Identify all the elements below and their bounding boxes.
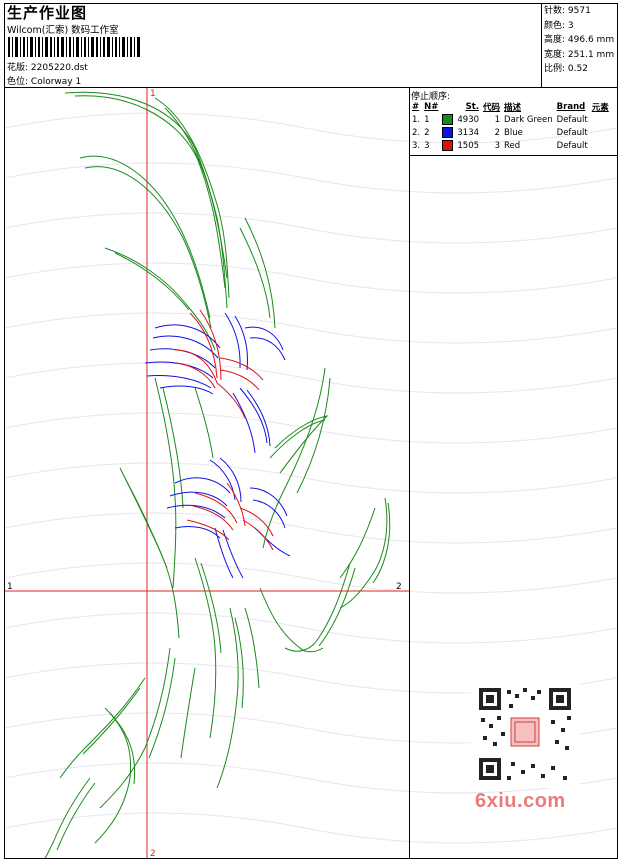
design-file-label: 花版: xyxy=(7,63,29,73)
studio-name: Wilcom(汇索) 数码工作室 xyxy=(7,25,119,36)
stats-divider xyxy=(541,3,542,88)
site-watermark: 6xiu.com xyxy=(475,790,566,812)
row-code: 2 xyxy=(494,127,501,138)
embroidery-design: 1 2 1 2 xyxy=(5,88,409,858)
color-swatch xyxy=(440,126,455,139)
row-element xyxy=(590,139,611,152)
swatch-dark-green xyxy=(442,114,454,125)
row-stitches: 3134 xyxy=(457,127,480,138)
col-index: # xyxy=(412,102,420,112)
row-number: 2 xyxy=(424,127,430,138)
row-element xyxy=(590,113,611,126)
row-stitches: 1505 xyxy=(457,140,480,151)
axis-label-left: 1 xyxy=(7,582,13,592)
row-stitches: 4930 xyxy=(457,114,480,125)
table-row: 2. 2 3134 2 Blue Default xyxy=(410,126,611,139)
row-code: 3 xyxy=(494,140,501,151)
panel-divider xyxy=(409,87,410,859)
color-count: 颜色: 3 xyxy=(544,20,574,31)
col-swatch xyxy=(440,101,455,113)
row-brand: Default xyxy=(556,127,588,138)
stop-sequence-table: # N# St. 代码 描述 Brand 元素 1. 1 4930 1 Dark… xyxy=(410,101,611,152)
row-index: 3. xyxy=(412,140,421,151)
design-height: 高度: 496.6 mm xyxy=(544,35,615,45)
design-file-value: 2205220.dst xyxy=(30,63,88,73)
row-description: Red xyxy=(504,140,521,151)
row-number: 3 xyxy=(424,140,430,151)
color-swatch xyxy=(440,113,455,126)
row-index: 2. xyxy=(412,127,421,138)
design-scale: 比例: 0.52 xyxy=(544,64,588,74)
col-code: 代码 xyxy=(483,103,501,113)
color-swatch xyxy=(440,139,455,152)
qr-code xyxy=(471,680,579,788)
design-file-row: 花版: 2205220.dst xyxy=(7,60,88,73)
design-width: 宽度: 251.1 mm xyxy=(544,49,615,60)
row-brand: Default xyxy=(556,114,588,125)
stop-table-divider xyxy=(409,155,618,156)
row-description: Blue xyxy=(504,127,523,138)
col-element: 元素 xyxy=(591,103,609,113)
stop-table-header: # N# St. 代码 描述 Brand 元素 xyxy=(410,101,611,113)
colorway-row: 色位: Colorway 1 xyxy=(7,74,81,87)
row-element xyxy=(590,126,611,139)
col-number: N# xyxy=(424,102,439,112)
stitch-count: 针数: 9571 xyxy=(544,6,591,16)
col-description: 描述 xyxy=(504,103,522,113)
stats-block: 针数: 9571 颜色: 3 高度: 496.6 mm 宽度: 251.1 mm… xyxy=(544,4,614,77)
green-leaves xyxy=(44,91,391,858)
colorway-value: Colorway 1 xyxy=(30,77,82,87)
col-stitches: St. xyxy=(465,102,480,112)
axis-label-top: 1 xyxy=(150,89,156,99)
row-description: Dark Green xyxy=(504,114,553,125)
barcode xyxy=(8,37,140,57)
row-number: 1 xyxy=(424,114,430,125)
table-row: 3. 3 1505 3 Red Default xyxy=(410,139,611,152)
row-code: 1 xyxy=(494,114,501,125)
page-title: 生产作业图 xyxy=(7,4,88,22)
col-brand: Brand xyxy=(556,102,586,112)
upper-flower xyxy=(144,309,286,454)
table-row: 1. 1 4930 1 Dark Green Default xyxy=(410,113,611,126)
swatch-blue xyxy=(442,127,454,138)
axis-label-right: 2 xyxy=(396,582,402,592)
row-index: 1. xyxy=(412,114,421,125)
colorway-label: 色位: xyxy=(7,77,29,87)
axis-label-bottom: 2 xyxy=(150,849,156,858)
row-brand: Default xyxy=(556,140,588,151)
swatch-red xyxy=(442,140,454,151)
